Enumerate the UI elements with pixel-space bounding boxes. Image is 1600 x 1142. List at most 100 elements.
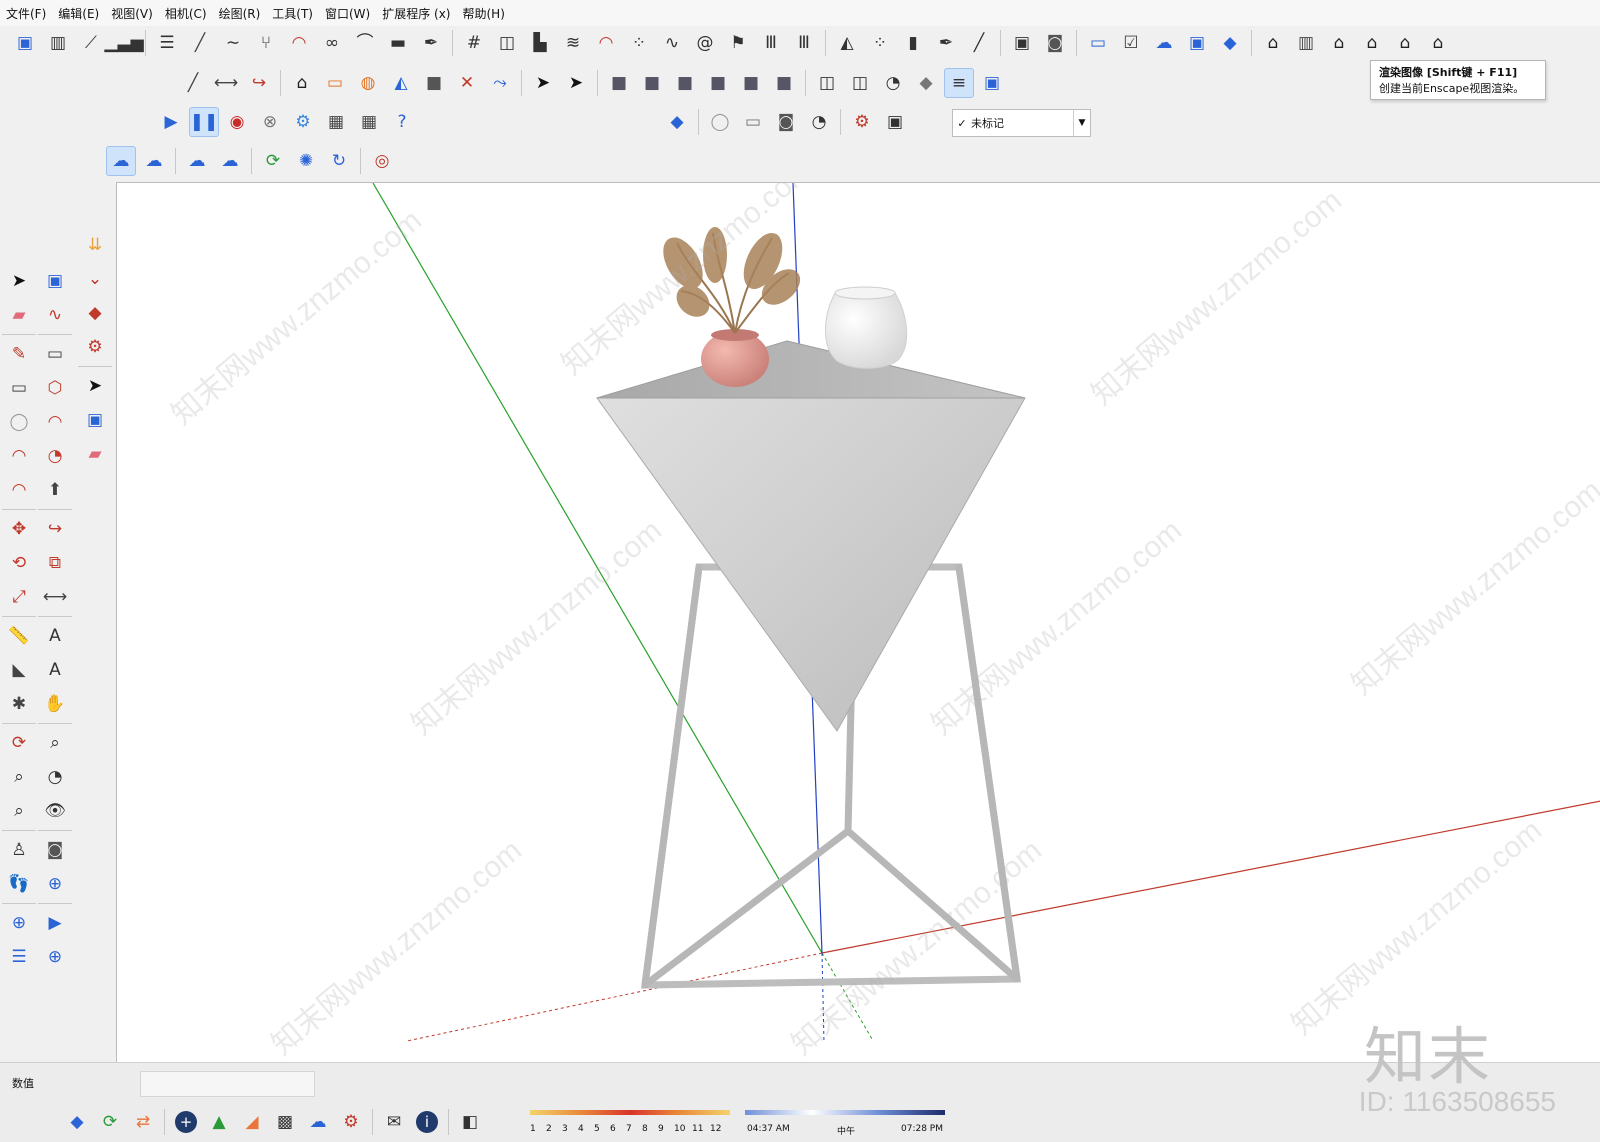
push-pull-button[interactable]: ⬆ <box>38 473 72 507</box>
freehand-button[interactable]: ∿ <box>38 298 72 332</box>
cloud-link-button[interactable]: ☁ <box>106 146 136 176</box>
flag-button[interactable]: ⚑ <box>723 28 753 58</box>
video-button[interactable]: ▭ <box>738 107 768 137</box>
rotated-rect-button[interactable]: ▭ <box>38 337 72 371</box>
collapse-button[interactable]: ⌄ <box>78 262 112 296</box>
eraser-2-button[interactable]: ▰ <box>78 437 112 471</box>
download-arrow-button[interactable]: ⇊ <box>78 228 112 262</box>
paint-bucket-button[interactable]: ◆ <box>78 296 112 330</box>
line-draw-button[interactable]: ╱ <box>178 68 208 98</box>
pause-button[interactable]: ❚❚ <box>189 107 219 137</box>
select-arrow-2-button[interactable]: ➤ <box>78 369 112 403</box>
gears-button[interactable]: ⚙ <box>336 1107 366 1137</box>
section-plane-button[interactable]: ⊕ <box>38 867 72 901</box>
scene-canvas[interactable] <box>117 183 1600 1063</box>
roof-button[interactable]: ⌂ <box>1357 28 1387 58</box>
top-view-button[interactable]: ◔ <box>878 68 908 98</box>
zoom-window-button[interactable]: ⌕ <box>38 726 72 760</box>
tag-dropdown[interactable]: ✓ 未标记 ▼ <box>952 109 1091 137</box>
enscape-e-button[interactable]: ◆ <box>62 1107 92 1137</box>
arrow-tool-button[interactable]: ■ <box>419 68 449 98</box>
measurements-input[interactable] <box>140 1071 315 1097</box>
shadow-month-slider[interactable]: 1 2 3 4 5 6 7 8 9 10 11 12 <box>530 1108 730 1136</box>
cloud-check-button[interactable]: ☁ <box>182 146 212 176</box>
orbit-button[interactable]: ⟳ <box>2 726 36 760</box>
bar-chart-button[interactable]: ▁▃▅ <box>104 28 143 58</box>
curve-button[interactable]: ∼ <box>218 28 248 58</box>
arc-3pt-button[interactable]: ◠ <box>38 405 72 439</box>
protractor-button[interactable]: ◣ <box>2 653 36 687</box>
footprints-button[interactable]: 👣 <box>2 867 36 901</box>
triangle-button[interactable]: ◭ <box>386 68 416 98</box>
solid-split-button[interactable]: ■ <box>769 68 799 98</box>
dimension-label-button[interactable]: ⟷ <box>38 580 72 614</box>
previous-view-button[interactable]: ◔ <box>38 760 72 794</box>
pyramid-tabletop[interactable] <box>596 340 1026 732</box>
zoom-extents-button[interactable]: ⌕ <box>2 794 36 828</box>
cloud-button[interactable]: ☁ <box>303 1107 333 1137</box>
menu-tools[interactable]: 工具(T) <box>266 5 319 22</box>
zoom-button[interactable]: ⌕ <box>2 760 36 794</box>
mirror-button[interactable]: ◭ <box>832 28 862 58</box>
rectangle-button[interactable]: ▭ <box>2 371 36 405</box>
scale-button[interactable]: ⤢ <box>2 580 36 614</box>
frame-button[interactable]: ▭ <box>320 68 350 98</box>
circle-draw-button[interactable]: ◯ <box>2 405 36 439</box>
arc-button[interactable]: ◠ <box>591 28 621 58</box>
look-around-button[interactable]: 👁 <box>38 794 72 828</box>
select-box-button[interactable]: ➤ <box>528 68 558 98</box>
fork-button[interactable]: ⑂ <box>251 28 281 58</box>
spiral-button[interactable]: @ <box>690 28 720 58</box>
cloud-list-button[interactable]: ☁ <box>215 146 245 176</box>
building-button[interactable]: ▙ <box>525 28 555 58</box>
canopy-button[interactable]: ⌂ <box>1423 28 1453 58</box>
stack-button[interactable]: ≋ <box>558 28 588 58</box>
menu-help[interactable]: 帮助(H) <box>456 5 510 22</box>
film-button[interactable]: ▦ <box>321 107 351 137</box>
follow-button[interactable]: ↪ <box>244 68 274 98</box>
columns-button[interactable]: Ⅲ <box>789 28 819 58</box>
chevron-down-icon[interactable]: ▼ <box>1073 110 1090 136</box>
pen-button[interactable]: ✒ <box>416 28 446 58</box>
solid-union-button[interactable]: ■ <box>637 68 667 98</box>
play-button[interactable]: ▶ <box>156 107 186 137</box>
gear-red-button[interactable]: ⚙ <box>78 330 112 364</box>
brush-button[interactable]: ╱ <box>964 28 994 58</box>
solid-trim-button[interactable]: ■ <box>736 68 766 98</box>
menu-edit[interactable]: 编辑(E) <box>52 5 105 22</box>
view-button[interactable]: ◔ <box>804 107 834 137</box>
menu-file[interactable]: 文件(F) <box>0 5 52 22</box>
blue-box-button[interactable]: ▣ <box>977 68 1007 98</box>
section-display-button[interactable]: ▶ <box>38 906 72 940</box>
section-fill-button[interactable]: ⊕ <box>38 940 72 974</box>
eraser-button[interactable]: ▰ <box>2 298 36 332</box>
pan-hand-button[interactable]: ✋ <box>38 687 72 721</box>
grid-button[interactable]: # <box>459 28 489 58</box>
pipe-button[interactable]: ⌒ <box>350 28 380 58</box>
camera-lens-button[interactable]: ◙ <box>1040 28 1070 58</box>
axes-button[interactable]: ✱ <box>2 687 36 721</box>
folder-open-button[interactable]: ▭ <box>1083 28 1113 58</box>
sync-frame-button[interactable]: ⟳ <box>258 146 288 176</box>
dots-button[interactable]: ⁘ <box>624 28 654 58</box>
menu-draw[interactable]: 绘图(R) <box>213 5 267 22</box>
door-button[interactable]: ▥ <box>1291 28 1321 58</box>
pie-button[interactable]: ◔ <box>38 439 72 473</box>
cloud-upload-button[interactable]: ☁ <box>1149 28 1179 58</box>
rotate-button[interactable]: ⟲ <box>2 546 36 580</box>
layers-button[interactable]: ☰ <box>2 940 36 974</box>
white-vase[interactable] <box>825 286 908 369</box>
ruler-button[interactable]: ▥ <box>43 28 73 58</box>
arrows-button[interactable]: ⇄ <box>128 1107 158 1137</box>
pencil-button[interactable]: ✎ <box>2 337 36 371</box>
checkbox-button[interactable]: ☑ <box>1116 28 1146 58</box>
house-outline-button[interactable]: ⌂ <box>1390 28 1420 58</box>
mail-button[interactable]: ✉ <box>379 1107 409 1137</box>
dot-grid-button[interactable]: ⁘ <box>865 28 895 58</box>
menu-view[interactable]: 视图(V) <box>105 5 159 22</box>
mod-button[interactable]: ▣ <box>1007 28 1037 58</box>
move-button[interactable]: ✥ <box>2 512 36 546</box>
line-button[interactable]: ╱ <box>185 28 215 58</box>
settings-button[interactable]: ⚙ <box>288 107 318 137</box>
info-button[interactable]: i <box>412 1107 442 1137</box>
